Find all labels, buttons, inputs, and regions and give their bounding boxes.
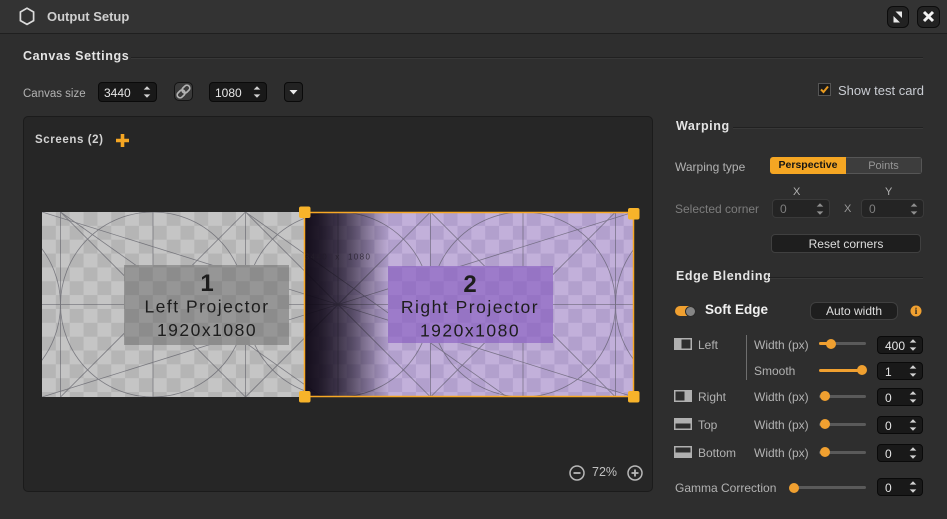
svg-text:Left Projector: Left Projector [144,297,269,317]
svg-text:Right Projector: Right Projector [401,297,539,317]
svg-text:1: 1 [200,270,213,297]
svg-text:1920x1080: 1920x1080 [157,320,257,340]
svg-text:1920x1080: 1920x1080 [420,321,520,341]
svg-text:2: 2 [463,271,476,298]
svg-text:3440 x 1080: 3440 x 1080 [305,253,372,262]
